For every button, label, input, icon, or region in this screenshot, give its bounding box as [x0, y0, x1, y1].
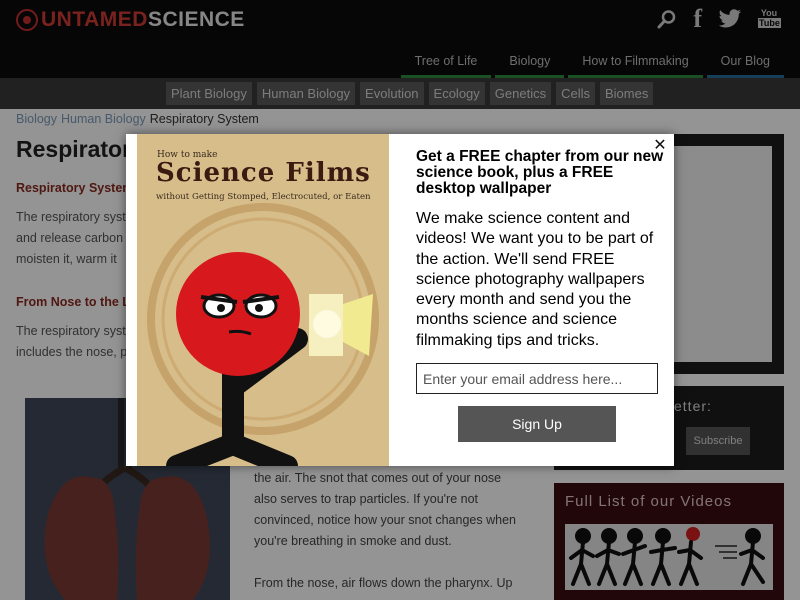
modal-body-text: We make science content and videos! We w…: [416, 210, 654, 349]
book-title: Science Films: [156, 158, 371, 188]
signup-modal: How to make Science Films without Gettin…: [126, 134, 674, 466]
sign-up-button[interactable]: Sign Up: [458, 406, 616, 442]
email-input[interactable]: [416, 363, 658, 394]
modal-headline: Get a FREE chapter from our new science …: [416, 148, 664, 197]
book-cover-image: How to make Science Films without Gettin…: [137, 134, 389, 466]
book-subtitle: without Getting Stomped, Electrocuted, o…: [156, 192, 371, 202]
modal-backdrop-top: [0, 0, 800, 109]
